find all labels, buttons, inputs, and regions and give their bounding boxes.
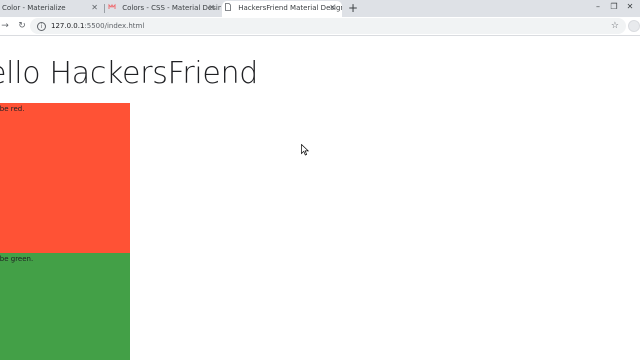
red-box: will be red. (0, 103, 130, 253)
star-icon[interactable]: ☆ (611, 18, 619, 34)
close-icon[interactable]: ✕ (208, 1, 215, 15)
restore-icon[interactable]: ❐ (606, 0, 622, 14)
tab-divider (104, 4, 105, 13)
red-box-text: will be red. (0, 105, 25, 113)
new-tab-button[interactable]: + (347, 1, 359, 15)
browser-toolbar: → ↻ i 127.0.0.1:5500/index.html ☆ (0, 17, 640, 36)
forward-icon[interactable]: → (0, 19, 12, 33)
url-host: 127.0.0.1 (51, 22, 85, 30)
tab-colors-css[interactable]: Colors - CSS - Material Desing T ✕ (106, 1, 221, 17)
tab-color-materialize[interactable]: Color - Materialize ✕ (0, 1, 104, 17)
profile-avatar-icon[interactable] (628, 20, 640, 32)
tab-label: Colors - CSS - Material Desing T (122, 4, 221, 12)
document-icon (225, 3, 231, 11)
tab-hackersfriend[interactable]: HackersFriend Material Design ✕ (222, 1, 342, 17)
page-content: ello HackersFriend will be red. will be … (0, 36, 640, 360)
materialize-icon (108, 3, 116, 9)
url-text[interactable]: 127.0.0.1:5500/index.html (51, 18, 144, 34)
info-icon[interactable]: i (37, 22, 46, 31)
tab-label: HackersFriend Material Design (238, 4, 342, 12)
tab-label: Color - Materialize (2, 4, 66, 12)
close-window-icon[interactable]: ✕ (622, 0, 638, 14)
url-path: :5500/index.html (84, 22, 145, 30)
address-bar[interactable]: i 127.0.0.1:5500/index.html ☆ (30, 18, 626, 34)
tab-strip: Color - Materialize ✕ Colors - CSS - Mat… (0, 0, 640, 17)
close-icon[interactable]: ✕ (91, 1, 98, 15)
close-icon[interactable]: ✕ (329, 1, 336, 15)
page-heading: ello HackersFriend (0, 56, 259, 91)
minimize-icon[interactable]: – (590, 0, 606, 14)
green-box: will be green. (0, 253, 130, 360)
mouse-cursor-icon (301, 144, 309, 156)
reload-icon[interactable]: ↻ (15, 19, 29, 33)
green-box-text: will be green. (0, 255, 34, 263)
